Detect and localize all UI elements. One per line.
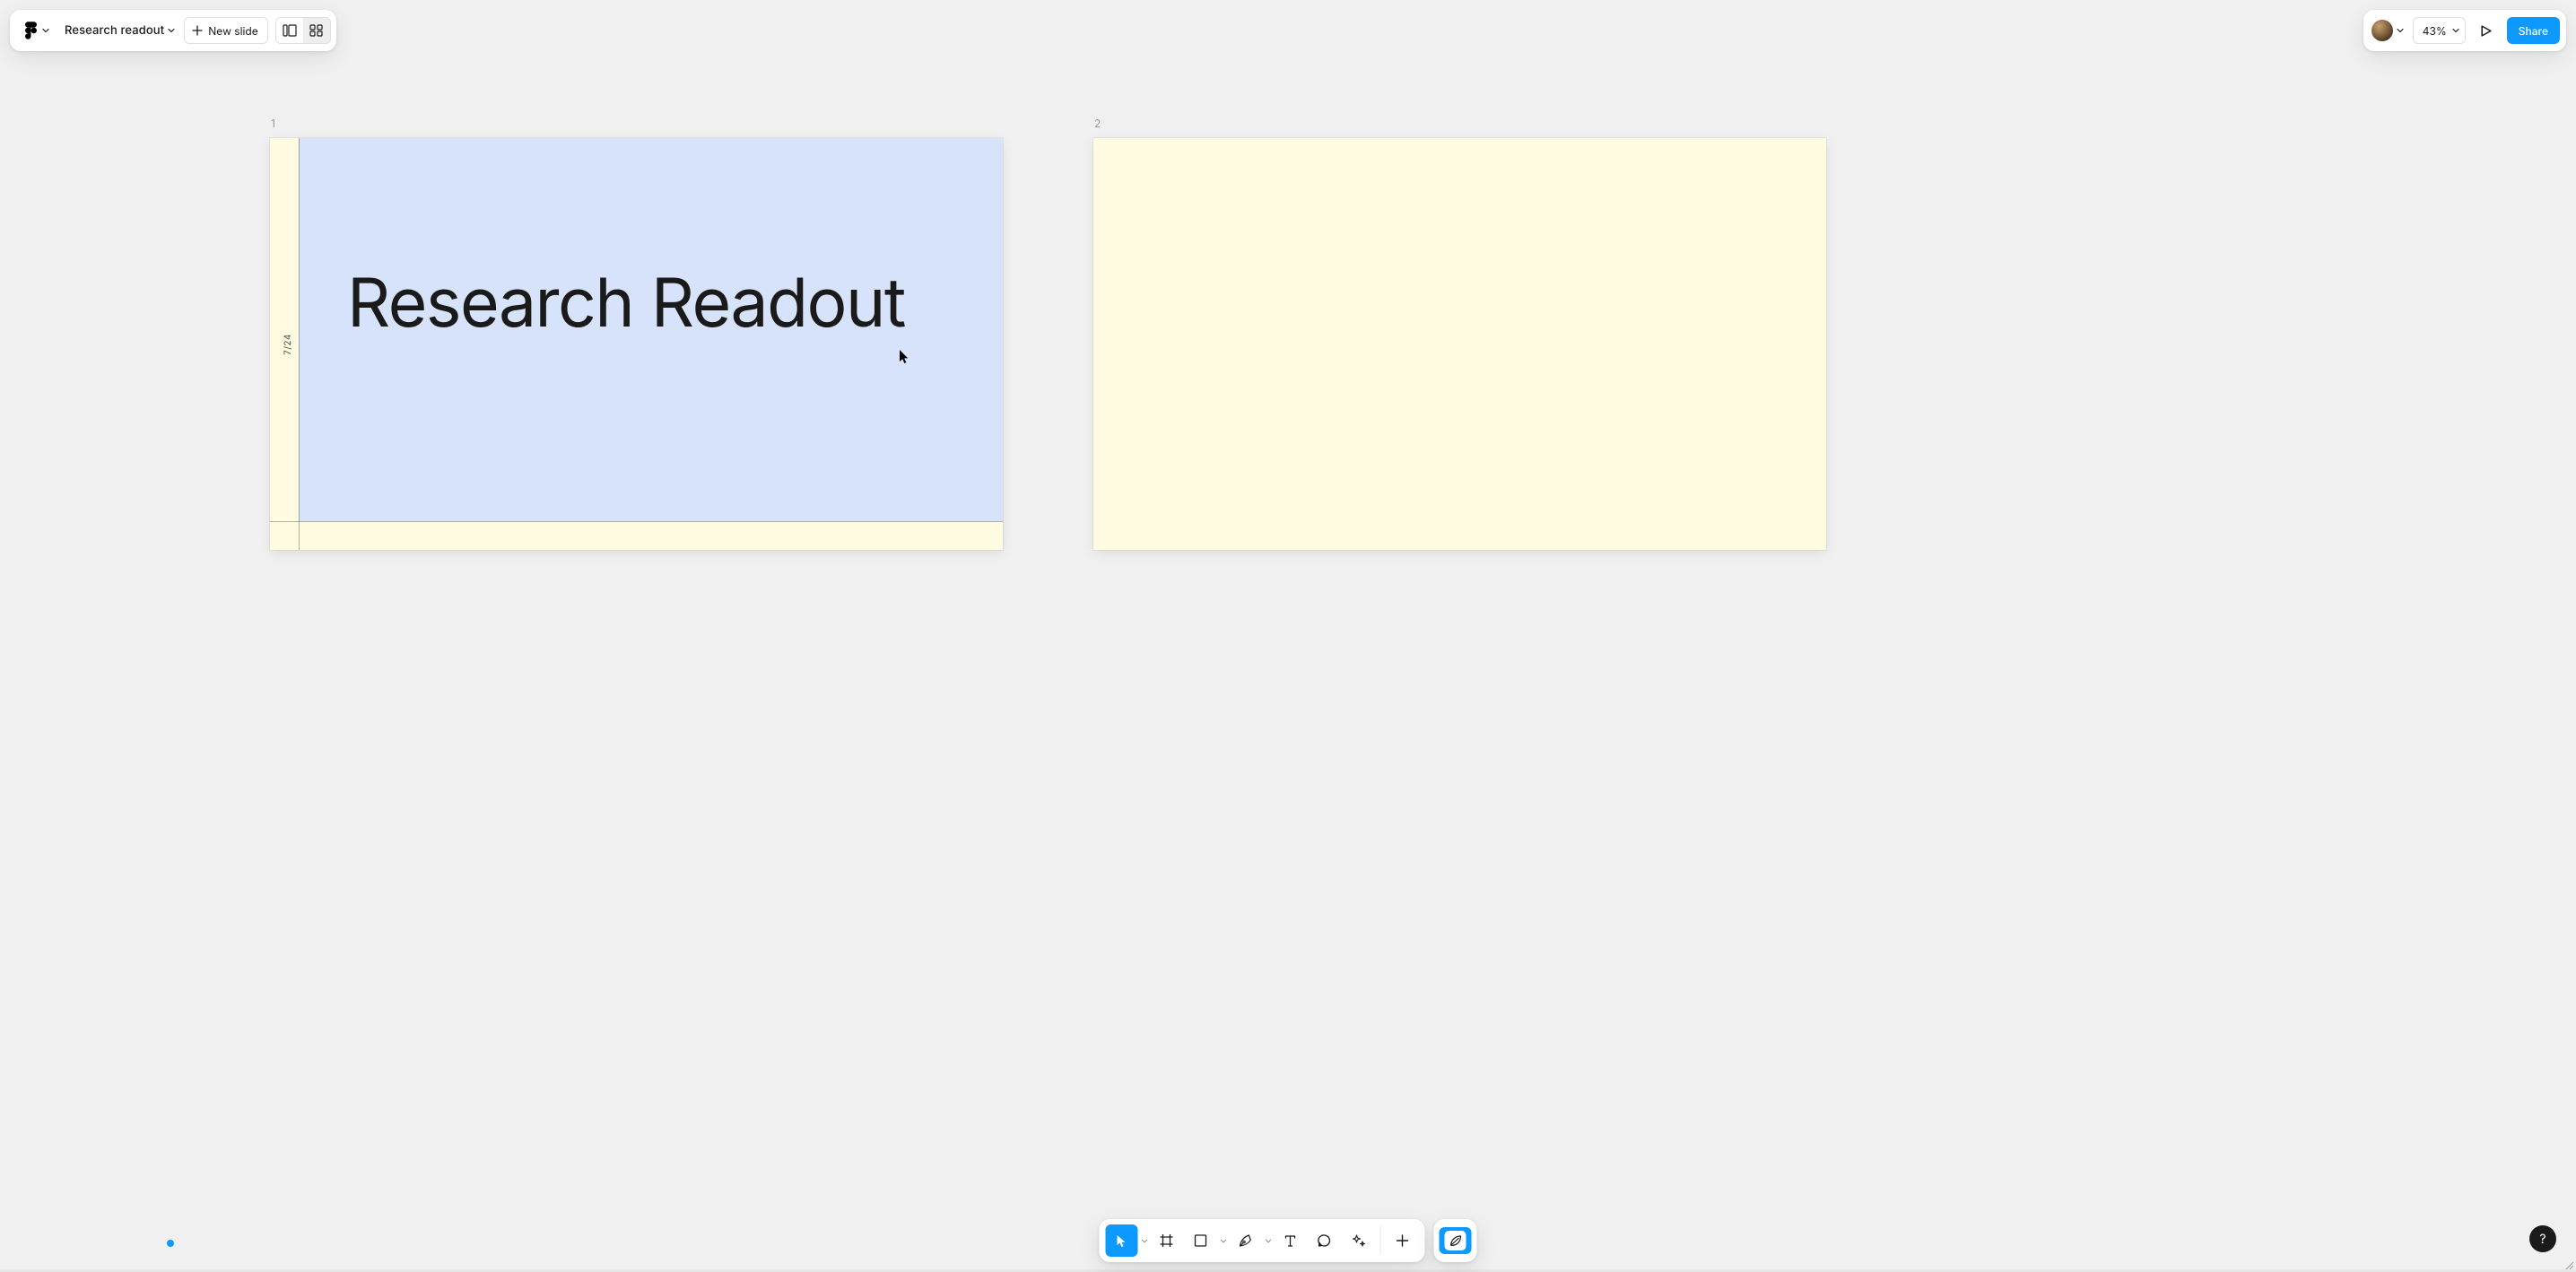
tool-panel-secondary (1434, 1219, 1477, 1262)
document-title-button[interactable]: Research readout (57, 15, 180, 46)
slide-number-1: 1 (271, 117, 275, 130)
dock-separator (1380, 1226, 1381, 1255)
ai-sparkle-icon (1350, 1233, 1367, 1250)
single-slide-view-icon (283, 24, 297, 37)
help-icon: ? (2539, 1232, 2546, 1247)
slide-1-title[interactable]: Research Readout (347, 268, 905, 339)
slide-number-2: 2 (1094, 117, 1101, 130)
chevron-down-icon (40, 17, 51, 44)
chevron-down-icon (2397, 27, 2404, 34)
new-slide-button[interactable]: New slide (184, 17, 268, 44)
slide-1-horizontal-guide (270, 521, 1003, 522)
slide-2[interactable] (1093, 138, 1826, 550)
present-button[interactable] (2473, 17, 2500, 44)
document-title: Research readout (65, 23, 164, 38)
share-button[interactable]: Share (2507, 17, 2560, 44)
select-tool-chevron[interactable] (1140, 1224, 1149, 1257)
ai-tool-button[interactable] (1343, 1224, 1375, 1257)
text-tool-icon (1283, 1233, 1299, 1249)
plus-icon (192, 25, 203, 36)
shape-tool-icon (1193, 1233, 1209, 1249)
chevron-down-icon (2452, 27, 2459, 34)
view-toggle-group (275, 17, 331, 44)
tool-panel-main (1100, 1219, 1425, 1262)
eco-mode-button[interactable] (1440, 1227, 1472, 1254)
figma-logo-icon (21, 17, 40, 44)
slide-1[interactable]: 7/24 Research Readout (270, 138, 1003, 550)
plus-icon (1396, 1233, 1410, 1248)
shape-tool-chevron[interactable] (1219, 1224, 1228, 1257)
top-right-toolbar: 43% Share (2363, 10, 2566, 51)
help-button[interactable]: ? (2529, 1225, 2556, 1252)
grid-view-icon (309, 24, 323, 37)
shape-tool-button[interactable] (1185, 1224, 1217, 1257)
pen-tool-chevron[interactable] (1264, 1224, 1273, 1257)
comment-tool-icon (1317, 1233, 1333, 1249)
zoom-value: 43% (2423, 24, 2447, 38)
grid-view-button[interactable] (303, 18, 330, 43)
insert-tool-button[interactable] (1387, 1224, 1419, 1257)
zoom-dropdown[interactable]: 43% (2413, 17, 2466, 44)
user-menu-button[interactable] (2370, 15, 2406, 46)
page-indicator-dot[interactable] (167, 1240, 174, 1247)
leaf-icon (1445, 1231, 1466, 1250)
chevron-down-icon (1141, 1238, 1147, 1244)
main-menu-button[interactable] (15, 15, 54, 46)
frame-tool-icon (1159, 1233, 1175, 1249)
comment-tool-button[interactable] (1309, 1224, 1341, 1257)
top-left-toolbar: Research readout New slide (10, 10, 336, 51)
slide-1-date-badge: 7/24 (283, 334, 293, 355)
select-tool-button[interactable] (1106, 1224, 1138, 1257)
share-label: Share (2519, 24, 2548, 38)
slide-1-vertical-guide (299, 138, 300, 550)
bottom-edge-shadow (0, 1268, 2576, 1272)
avatar (2371, 20, 2393, 41)
canvas[interactable]: 1 2 7/24 Research Readout (0, 0, 2576, 1272)
chevron-down-icon (1265, 1238, 1271, 1244)
chevron-down-icon (1220, 1238, 1226, 1244)
pen-tool-icon (1238, 1233, 1254, 1249)
new-slide-label: New slide (208, 24, 258, 38)
chevron-down-icon (168, 27, 175, 34)
single-slide-view-button[interactable] (276, 18, 303, 43)
text-tool-button[interactable] (1275, 1224, 1307, 1257)
frame-tool-button[interactable] (1151, 1224, 1183, 1257)
bottom-tool-dock (1100, 1219, 1477, 1262)
pen-tool-button[interactable] (1230, 1224, 1262, 1257)
play-icon (2479, 24, 2493, 38)
select-tool-icon (1114, 1233, 1130, 1249)
